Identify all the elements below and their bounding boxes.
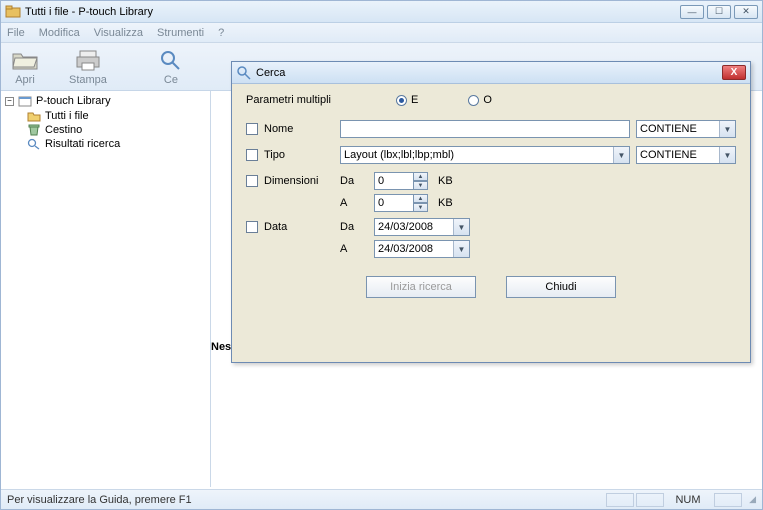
checkbox-nome[interactable] bbox=[246, 123, 258, 135]
combo-value: CONTIENE bbox=[640, 123, 697, 135]
chevron-down-icon: ▼ bbox=[613, 147, 629, 163]
status-cell bbox=[606, 493, 634, 507]
dialog-title: Cerca bbox=[256, 67, 722, 79]
dim-to-spinner[interactable]: ▲▼ bbox=[374, 194, 428, 212]
date-from-combo[interactable]: 24/03/2008 ▼ bbox=[374, 218, 470, 236]
toolbar-print-label: Stampa bbox=[69, 74, 107, 86]
minimize-button[interactable]: — bbox=[680, 5, 704, 19]
combo-value: CONTIENE bbox=[640, 149, 697, 161]
toolbar-search[interactable]: Ce bbox=[157, 48, 185, 86]
start-search-button[interactable]: Inizia ricerca bbox=[366, 276, 476, 298]
content-empty-label: Nes bbox=[211, 341, 231, 353]
menu-help[interactable]: ? bbox=[218, 27, 224, 39]
status-cell bbox=[636, 493, 664, 507]
params-label: Parametri multipli bbox=[246, 94, 396, 106]
data-label: Data bbox=[264, 221, 340, 233]
statusbar-hint: Per visualizzare la Guida, premere F1 bbox=[7, 494, 192, 506]
tipo-match-combo[interactable]: CONTIENE ▼ bbox=[636, 146, 736, 164]
tree-item-label: Risultati ricerca bbox=[45, 138, 120, 150]
tipo-combo[interactable]: Layout (lbx;lbl;lbp;mbl) ▼ bbox=[340, 146, 630, 164]
button-label: Inizia ricerca bbox=[390, 281, 452, 293]
close-button[interactable]: ✕ bbox=[734, 5, 758, 19]
trash-icon bbox=[27, 124, 41, 136]
kb-label: KB bbox=[438, 197, 453, 209]
toolbar-open[interactable]: Apri bbox=[11, 48, 39, 86]
checkbox-data[interactable] bbox=[246, 221, 258, 233]
chevron-down-icon: ▼ bbox=[719, 147, 735, 163]
status-cell bbox=[714, 493, 742, 507]
search-results-icon bbox=[27, 138, 41, 150]
kb-label: KB bbox=[438, 175, 453, 187]
tipo-label: Tipo bbox=[264, 149, 340, 161]
search-icon bbox=[236, 65, 252, 81]
folder-icon bbox=[27, 110, 41, 122]
menu-file[interactable]: File bbox=[7, 27, 25, 39]
app-icon bbox=[5, 4, 21, 20]
toolbar-open-label: Apri bbox=[15, 74, 35, 86]
dim-to-input[interactable] bbox=[374, 194, 414, 212]
a-label: A bbox=[340, 197, 374, 209]
statusbar: Per visualizzare la Guida, premere F1 NU… bbox=[1, 489, 762, 509]
combo-value: 24/03/2008 bbox=[378, 243, 433, 255]
search-icon bbox=[157, 48, 185, 72]
toolbar-search-label: Ce bbox=[164, 74, 178, 86]
dimensioni-label: Dimensioni bbox=[264, 175, 340, 187]
window-title: Tutti i file - P-touch Library bbox=[25, 6, 680, 18]
spin-up-icon[interactable]: ▲ bbox=[414, 172, 428, 181]
tree-panel: − P-touch Library Tutti i file Cestino R… bbox=[1, 91, 211, 487]
nome-match-combo[interactable]: CONTIENE ▼ bbox=[636, 120, 736, 138]
radio-dot-icon bbox=[468, 95, 479, 106]
radio-and[interactable]: E bbox=[396, 94, 418, 106]
checkbox-dimensioni[interactable] bbox=[246, 175, 258, 187]
menu-visualizza[interactable]: Visualizza bbox=[94, 27, 143, 39]
chevron-down-icon: ▼ bbox=[453, 241, 469, 257]
combo-value: 24/03/2008 bbox=[378, 221, 433, 233]
tree-root[interactable]: − P-touch Library bbox=[5, 95, 206, 107]
chevron-down-icon: ▼ bbox=[719, 121, 735, 137]
date-to-combo[interactable]: 24/03/2008 ▼ bbox=[374, 240, 470, 258]
dim-from-spinner[interactable]: ▲▼ bbox=[374, 172, 428, 190]
da-label: Da bbox=[340, 221, 374, 233]
menu-modifica[interactable]: Modifica bbox=[39, 27, 80, 39]
chevron-down-icon: ▼ bbox=[453, 219, 469, 235]
dim-from-input[interactable] bbox=[374, 172, 414, 190]
search-dialog: Cerca X Parametri multipli E O bbox=[231, 61, 751, 363]
dialog-body: Parametri multipli E O Nome bbox=[232, 84, 750, 308]
status-numlock: NUM bbox=[668, 494, 708, 506]
tree-item-search-results[interactable]: Risultati ricerca bbox=[5, 137, 206, 151]
main-window: Tutti i file - P-touch Library — ☐ ✕ Fil… bbox=[0, 0, 763, 510]
collapse-icon[interactable]: − bbox=[5, 97, 14, 106]
nome-input[interactable] bbox=[340, 120, 630, 138]
maximize-button[interactable]: ☐ bbox=[707, 5, 731, 19]
printer-icon bbox=[74, 48, 102, 72]
dialog-close-button[interactable]: X bbox=[722, 65, 746, 80]
library-icon bbox=[18, 95, 32, 107]
radio-dot-icon bbox=[396, 95, 407, 106]
button-label: Chiudi bbox=[545, 281, 576, 293]
radio-and-label: E bbox=[411, 94, 418, 106]
a-label: A bbox=[340, 243, 374, 255]
menu-strumenti[interactable]: Strumenti bbox=[157, 27, 204, 39]
checkbox-tipo[interactable] bbox=[246, 149, 258, 161]
tree-item-label: Tutti i file bbox=[45, 110, 89, 122]
spin-up-icon[interactable]: ▲ bbox=[414, 194, 428, 203]
tree-item-trash[interactable]: Cestino bbox=[5, 123, 206, 137]
toolbar-print[interactable]: Stampa bbox=[69, 48, 107, 86]
dialog-titlebar: Cerca X bbox=[232, 62, 750, 84]
combo-value: Layout (lbx;lbl;lbp;mbl) bbox=[344, 149, 454, 161]
tree-root-label: P-touch Library bbox=[36, 95, 111, 107]
spin-down-icon[interactable]: ▼ bbox=[414, 203, 428, 212]
radio-or-label: O bbox=[483, 94, 492, 106]
resize-grip[interactable]: ◢ bbox=[742, 494, 756, 505]
tree-item-all-files[interactable]: Tutti i file bbox=[5, 109, 206, 123]
titlebar: Tutti i file - P-touch Library — ☐ ✕ bbox=[1, 1, 762, 23]
spin-down-icon[interactable]: ▼ bbox=[414, 181, 428, 190]
da-label: Da bbox=[340, 175, 374, 187]
radio-or[interactable]: O bbox=[468, 94, 492, 106]
tree-item-label: Cestino bbox=[45, 124, 82, 136]
close-dialog-button[interactable]: Chiudi bbox=[506, 276, 616, 298]
menubar: File Modifica Visualizza Strumenti ? bbox=[1, 23, 762, 43]
nome-label: Nome bbox=[264, 123, 340, 135]
folder-open-icon bbox=[11, 48, 39, 72]
